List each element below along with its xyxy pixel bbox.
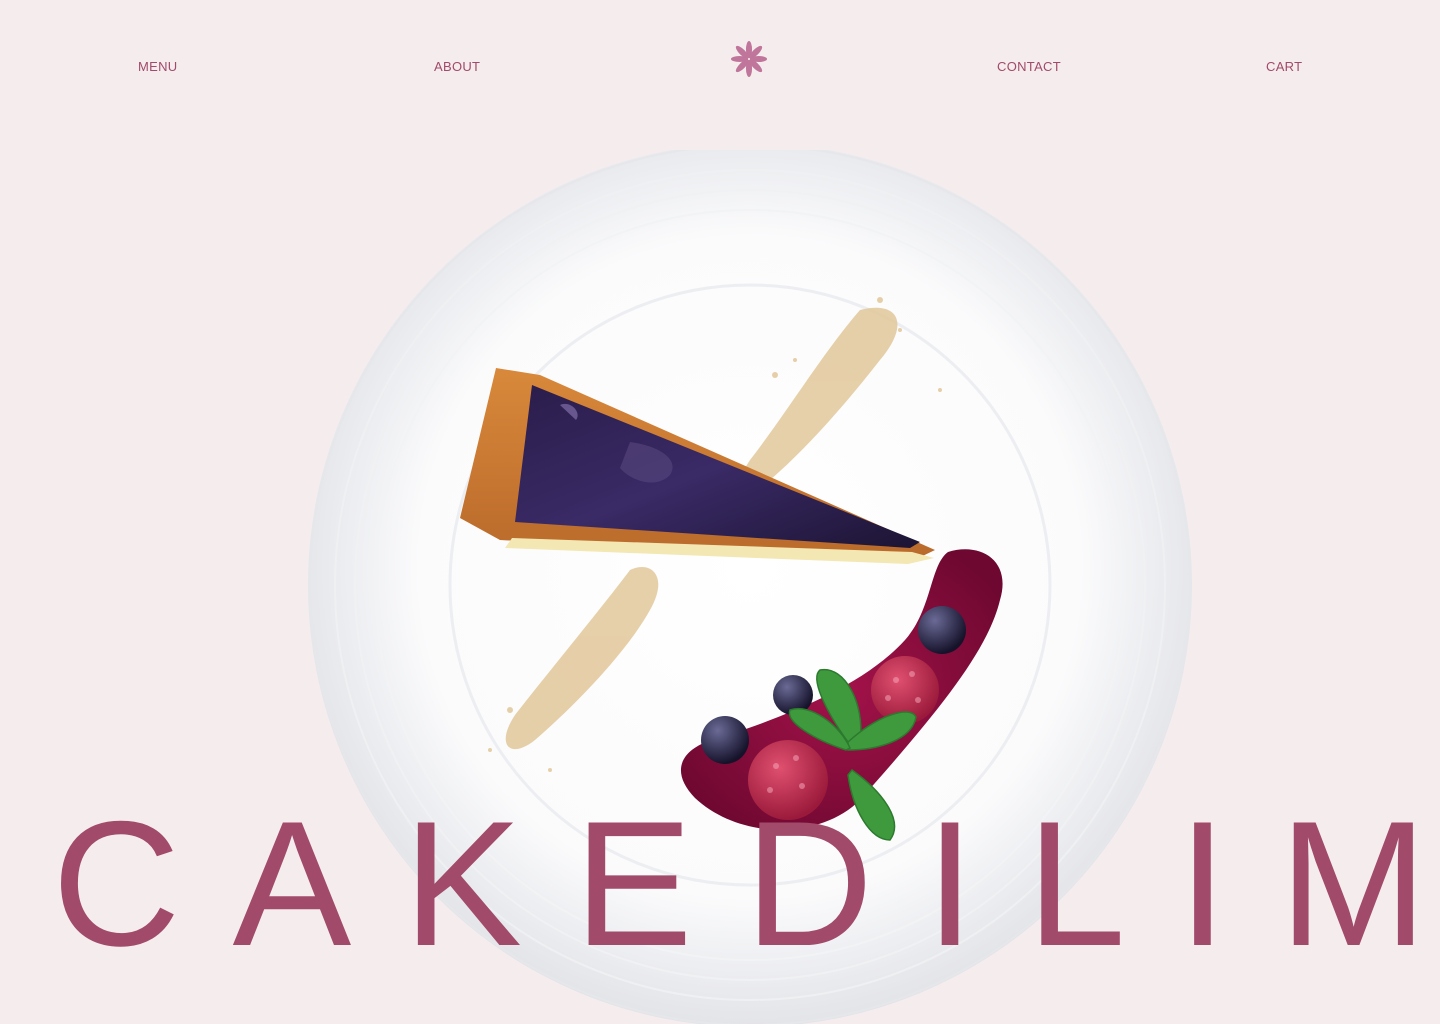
nav-about-link[interactable]: ABOUT bbox=[434, 59, 480, 74]
landing-page: MENU ABOUT CONTACT CART CAKEDILIM bbox=[0, 0, 1440, 1024]
nav-menu-link[interactable]: MENU bbox=[138, 59, 177, 74]
flower-logo-icon[interactable] bbox=[730, 40, 768, 78]
nav-cart-link[interactable]: CART bbox=[1266, 59, 1302, 74]
brand-wordmark: CAKEDILIM bbox=[52, 784, 1440, 983]
nav-contact-link[interactable]: CONTACT bbox=[997, 59, 1061, 74]
